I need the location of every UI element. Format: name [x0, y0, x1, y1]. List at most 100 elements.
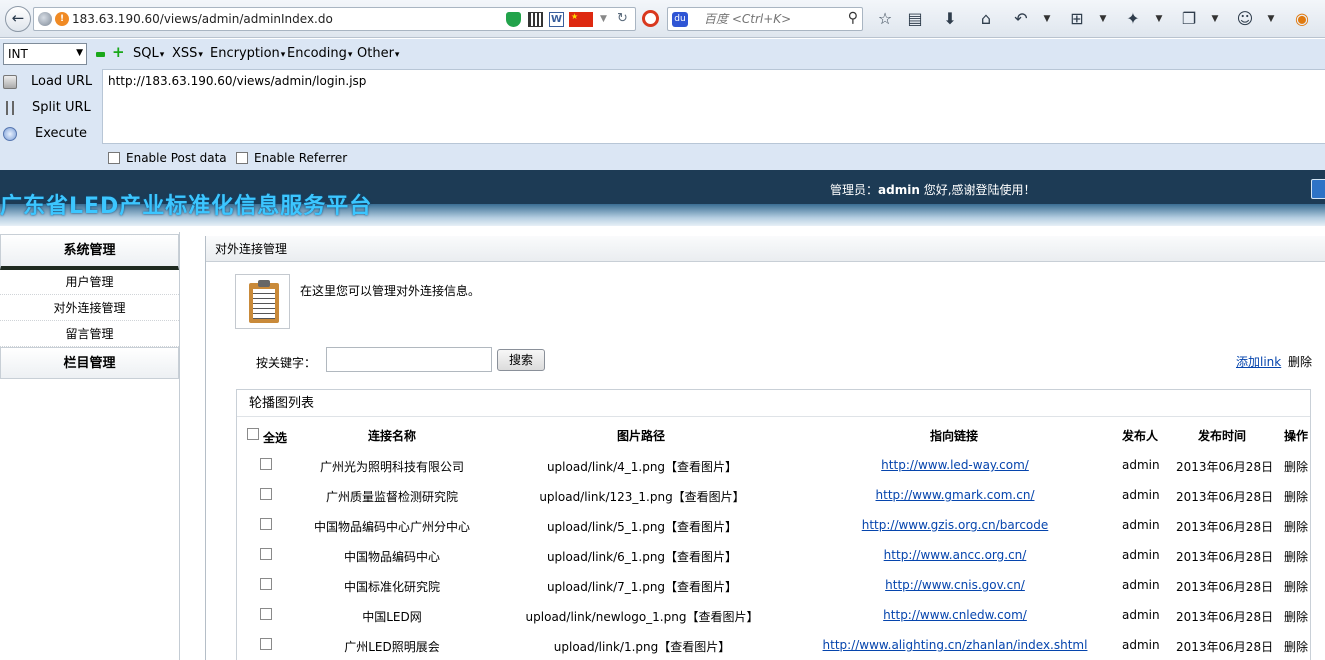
load-url-label: Load URL — [31, 74, 93, 89]
cell-link[interactable]: http://www.cnledw.com/ — [883, 608, 1027, 622]
chevron-down-icon[interactable]: ▼ — [1042, 9, 1052, 29]
row-checkbox[interactable] — [260, 518, 272, 530]
checkbox-icon[interactable] — [236, 152, 248, 164]
load-url-icon — [3, 75, 17, 89]
baidu-paw-icon[interactable]: du — [672, 12, 688, 27]
search-bar[interactable]: du ⚲ — [667, 7, 863, 31]
home-icon[interactable]: ⌂ — [976, 9, 996, 29]
cell-publisher: admin — [1122, 488, 1160, 502]
address-url[interactable]: 183.63.190.60/views/admin/adminIndex.do — [72, 12, 333, 26]
address-bar[interactable]: ! 183.63.190.60/views/admin/adminIndex.d… — [33, 7, 636, 31]
page-icon[interactable]: ❐ — [1179, 9, 1199, 29]
sidebar-item-messages[interactable]: 留言管理 — [0, 321, 179, 347]
cell-link[interactable]: http://www.gmark.com.cn/ — [876, 488, 1035, 502]
cell-link[interactable]: http://www.ancc.org.cn/ — [884, 548, 1027, 562]
cell-link[interactable]: http://www.cnis.gov.cn/ — [885, 578, 1025, 592]
sidebar-section-system[interactable]: 系统管理 — [0, 234, 179, 270]
cell-delete[interactable]: 删除 — [1284, 518, 1308, 535]
add-link-button[interactable]: 添加link — [1236, 353, 1281, 370]
minus-icon[interactable] — [96, 52, 105, 57]
split-url-button[interactable]: Split URL — [0, 97, 100, 119]
sidebar-item-external-links[interactable]: 对外连接管理 — [0, 295, 179, 321]
crop-icon[interactable]: ⊞ — [1067, 9, 1087, 29]
cell-link[interactable]: http://www.led-way.com/ — [881, 458, 1029, 472]
row-checkbox[interactable] — [260, 578, 272, 590]
smiley-icon[interactable]: ☺ — [1235, 9, 1255, 29]
cell-delete[interactable]: 删除 — [1284, 488, 1308, 505]
star-icon[interactable]: ☆ — [875, 9, 895, 29]
firefox-icon[interactable]: ◉ — [1292, 9, 1312, 29]
cell-delete[interactable]: 删除 — [1284, 608, 1308, 625]
cell-path[interactable]: upload/link/123_1.png【查看图片】 — [539, 488, 744, 505]
cell-time: 2013年06月28日 — [1176, 580, 1274, 594]
cell-path[interactable]: upload/link/7_1.png【查看图片】 — [547, 578, 737, 595]
cell-path[interactable]: upload/link/6_1.png【查看图片】 — [547, 548, 737, 565]
cell-delete[interactable]: 删除 — [1284, 458, 1308, 475]
cell-delete[interactable]: 删除 — [1284, 578, 1308, 595]
plus-icon[interactable]: + — [112, 45, 125, 60]
table-row: 中国物品编码中心广州分中心 upload/link/5_1.png【查看图片】 ht… — [237, 510, 1310, 540]
cell-path[interactable]: upload/link/4_1.png【查看图片】 — [547, 458, 737, 475]
search-input[interactable] — [704, 11, 844, 27]
row-checkbox[interactable] — [260, 548, 272, 560]
menu-encryption[interactable]: Encryption — [210, 46, 285, 61]
url-textarea[interactable]: http://183.63.190.60/views/admin/login.j… — [102, 69, 1325, 144]
bookmarks-icon[interactable]: ▤ — [905, 9, 925, 29]
block-icon[interactable] — [642, 10, 659, 27]
site-header: 广东省LED产业标准化信息服务平台 管理员：admin 您好,感谢登陆使用！ — [0, 170, 1325, 226]
menu-xss[interactable]: XSS — [172, 46, 203, 61]
cell-name: 中国物品编码中心 — [343, 550, 441, 564]
encoding-select[interactable]: INT ▼ — [3, 43, 87, 65]
sidebar-section-columns[interactable]: 栏目管理 — [0, 347, 179, 379]
sidebar-item-users[interactable]: 用户管理 — [0, 269, 179, 295]
search-button[interactable]: 搜索 — [497, 349, 545, 371]
security-warning-icon[interactable]: ! — [55, 12, 69, 26]
row-checkbox[interactable] — [260, 488, 272, 500]
cell-path[interactable]: upload/link/1.png【查看图片】 — [554, 638, 730, 655]
qr-code-icon[interactable] — [528, 12, 543, 27]
chevron-down-icon[interactable]: ▼ — [1266, 9, 1276, 29]
cell-link[interactable]: http://www.gzis.org.cn/barcode — [862, 518, 1049, 532]
select-all-checkbox[interactable] — [247, 428, 259, 440]
menu-encoding[interactable]: Encoding — [287, 46, 352, 61]
sidebar: 系统管理 用户管理 对外连接管理 留言管理 栏目管理 — [0, 232, 180, 660]
delete-button[interactable]: 删除 — [1288, 353, 1312, 370]
chevron-down-icon[interactable]: ▼ — [1154, 9, 1164, 29]
menu-other[interactable]: Other — [357, 46, 399, 61]
shield-icon[interactable] — [506, 12, 521, 27]
search-icon[interactable]: ⚲ — [848, 10, 858, 26]
cell-delete[interactable]: 删除 — [1284, 548, 1308, 565]
tools-icon[interactable]: ✦ — [1123, 9, 1143, 29]
load-url-button[interactable]: Load URL — [0, 71, 100, 93]
row-checkbox[interactable] — [260, 638, 272, 650]
word-icon[interactable]: W — [549, 12, 564, 27]
chevron-down-icon[interactable]: ▼ — [1210, 9, 1220, 29]
cell-path[interactable]: upload/link/newlogo_1.png【查看图片】 — [526, 608, 759, 625]
admin-name: admin — [878, 183, 920, 197]
cell-path[interactable]: upload/link/5_1.png【查看图片】 — [547, 518, 737, 535]
row-checkbox[interactable] — [260, 608, 272, 620]
encoding-select-value: INT — [8, 47, 28, 61]
hackbar-panel: INT ▼ + SQL XSS Encryption Encoding Othe… — [0, 39, 1325, 170]
execute-button[interactable]: Execute — [0, 123, 100, 145]
main-panel: 对外连接管理 在这里您可以管理对外连接信息。 按关键字： 搜索 添加link 删… — [205, 236, 1325, 660]
logout-button[interactable] — [1311, 179, 1325, 199]
china-flag-icon[interactable] — [569, 12, 593, 27]
dropdown-arrow-icon[interactable]: ▼ — [600, 12, 615, 27]
checkbox-icon[interactable] — [108, 152, 120, 164]
reload-icon[interactable]: ↻ — [617, 12, 632, 27]
chevron-down-icon[interactable]: ▼ — [1098, 9, 1108, 29]
undo-icon[interactable]: ↶ — [1011, 9, 1031, 29]
back-arrow-icon[interactable]: ← — [5, 6, 31, 32]
download-icon[interactable]: ⬇ — [940, 9, 960, 29]
cell-link[interactable]: http://www.alighting.cn/zhanlan/index.sh… — [823, 638, 1088, 652]
keyword-label: 按关键字： — [256, 356, 317, 370]
cell-name: 广州质量监督检测研究院 — [325, 490, 459, 504]
row-checkbox[interactable] — [260, 458, 272, 470]
menu-sql[interactable]: SQL — [133, 46, 164, 61]
cell-delete[interactable]: 删除 — [1284, 638, 1308, 655]
cell-name: 广州光为照明科技有限公司 — [319, 460, 465, 474]
keyword-input[interactable] — [326, 347, 492, 372]
enable-post-checkbox[interactable]: Enable Post data — [108, 151, 227, 165]
enable-referrer-checkbox[interactable]: Enable Referrer — [236, 151, 347, 165]
